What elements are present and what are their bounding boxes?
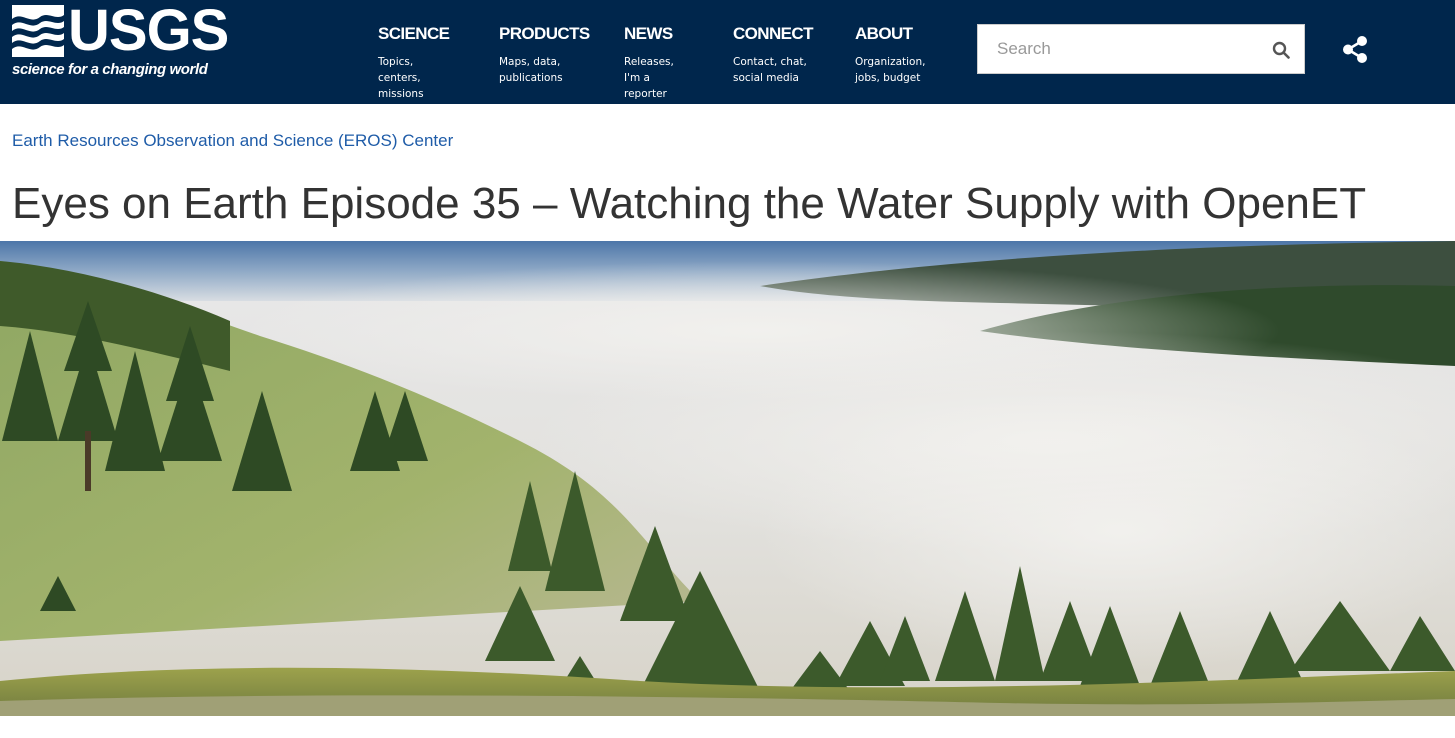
nav-title: PRODUCTS	[499, 24, 590, 43]
page-title: Eyes on Earth Episode 35 – Watching the …	[12, 179, 1367, 228]
nav-subtitle: Topics, centers, missions	[378, 56, 424, 100]
search-input[interactable]	[978, 25, 1258, 73]
nav-connect[interactable]: CONNECT Contact, chat, social media	[733, 24, 813, 86]
search-box	[977, 24, 1305, 74]
nav-title: NEWS	[624, 24, 673, 43]
search-icon[interactable]	[1272, 41, 1290, 59]
logo-wordmark: USGS	[68, 0, 229, 63]
nav-title: SCIENCE	[378, 24, 450, 43]
site-header: USGS science for a changing world SCIENC…	[0, 0, 1455, 104]
nav-products[interactable]: PRODUCTS Maps, data, publications	[499, 24, 590, 86]
nav-science[interactable]: SCIENCE Topics, centers, missions	[378, 24, 450, 102]
nav-subtitle: Organization, jobs, budget	[855, 56, 926, 84]
nav-subtitle: Contact, chat, social media	[733, 56, 807, 84]
nav-title: ABOUT	[855, 24, 913, 43]
logo-tagline: science for a changing world	[12, 61, 208, 78]
nav-subtitle: Maps, data, publications	[499, 56, 563, 84]
breadcrumb[interactable]: Earth Resources Observation and Science …	[12, 131, 453, 151]
nav-news[interactable]: NEWS Releases, I'm a reporter	[624, 24, 674, 102]
nav-about[interactable]: ABOUT Organization, jobs, budget	[855, 24, 925, 86]
usgs-wave-logo-icon	[12, 5, 64, 57]
share-icon[interactable]	[1341, 35, 1370, 64]
nav-title: CONNECT	[733, 24, 813, 43]
hero-image	[0, 241, 1455, 716]
nav-subtitle: Releases, I'm a reporter	[624, 56, 674, 100]
usgs-logo[interactable]: USGS science for a changing world	[12, 0, 229, 83]
